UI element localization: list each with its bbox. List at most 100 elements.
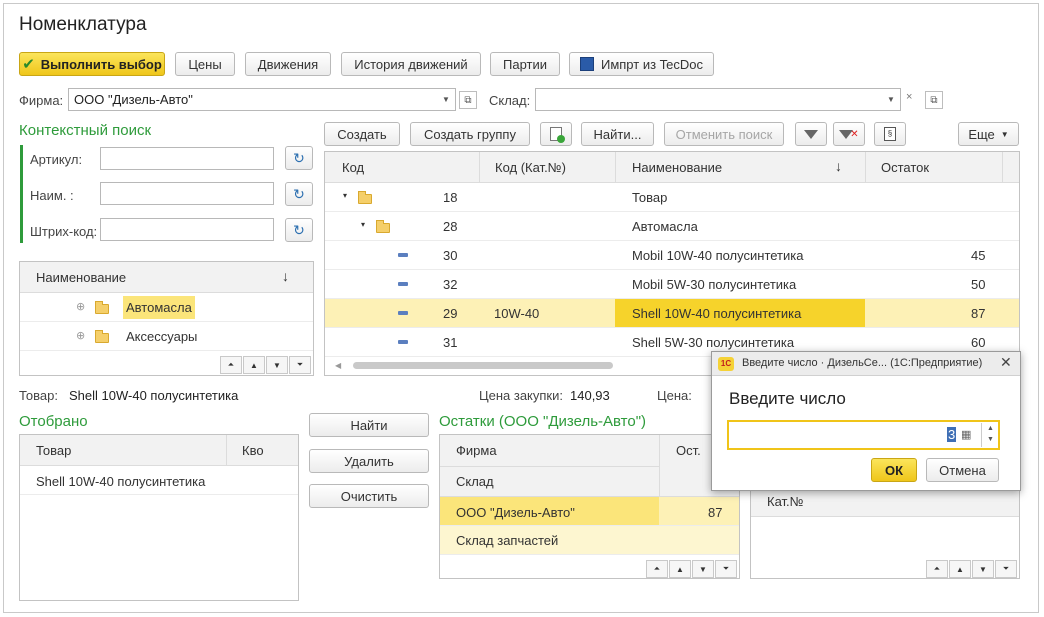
clear-filter-icon[interactable]: ✕ xyxy=(833,122,865,146)
horizontal-scrollbar[interactable] xyxy=(353,362,613,369)
scroll-up-icon[interactable]: ▲ xyxy=(243,356,265,374)
stock-table: Фирма Склад Ост. ООО "Дизель-Авто" 87 Ск… xyxy=(439,434,740,579)
cancel-button[interactable]: Отмена xyxy=(926,458,999,482)
clear-icon[interactable]: × xyxy=(906,91,912,103)
more-button[interactable]: Еще ▼ xyxy=(958,122,1019,146)
filter-icon[interactable] xyxy=(795,122,827,146)
warehouse-label: Склад: xyxy=(489,93,531,108)
table-row[interactable]: ▾ 28 Автомасла xyxy=(325,212,1019,241)
clear-button[interactable]: Очистить xyxy=(309,484,429,508)
col-cat-code[interactable]: Код (Кат.№) xyxy=(495,160,566,175)
barcode-field[interactable] xyxy=(100,218,274,241)
search-barcode-icon[interactable]: ↻ xyxy=(285,218,313,242)
table-row[interactable]: 30 Mobil 10W-40 полусинтетика 45 xyxy=(325,241,1019,270)
product-label: Товар: xyxy=(19,388,58,403)
input-number-dialog: 1С Введите число · ДизельСе... (1С:Предп… xyxy=(711,351,1021,491)
cell-name: Mobil 5W-30 полусинтетика xyxy=(632,277,797,292)
cell-rest: 87 xyxy=(971,306,986,321)
sort-down-icon[interactable]: ↓ xyxy=(835,158,842,174)
scroll-down-icon[interactable]: ▼ xyxy=(972,560,994,578)
expand-plus-icon[interactable]: ⊕ xyxy=(76,300,85,313)
calculator-icon[interactable]: ▦ xyxy=(961,428,971,441)
col-name[interactable]: Наименование xyxy=(632,160,722,175)
chevron-down-icon[interactable]: ▼ xyxy=(882,88,900,111)
col-firm[interactable]: Фирма xyxy=(456,443,497,458)
search-name-icon[interactable]: ↻ xyxy=(285,182,313,206)
close-icon[interactable]: ✕ xyxy=(1000,354,1012,371)
catalog-table: Кат.№ ⏶ ▲ ▼ ⏷ xyxy=(750,476,1020,579)
open-warehouse-icon[interactable]: ⧉ xyxy=(925,91,943,109)
create-button[interactable]: Создать xyxy=(324,122,400,146)
execute-selection-label: Выполнить выбор xyxy=(40,56,162,72)
items-table-header: Код Код (Кат.№) Наименование ↓ Остаток xyxy=(325,152,1019,183)
movement-history-button[interactable]: История движений xyxy=(341,52,481,76)
scroll-top-icon[interactable]: ⏶ xyxy=(220,356,242,374)
table-row-selected[interactable]: 29 10W-40 Shell 10W-40 полусинтетика 87 xyxy=(325,299,1019,328)
folder-icon xyxy=(95,330,109,343)
table-row[interactable]: 32 Mobil 5W-30 полусинтетика 50 xyxy=(325,270,1019,299)
prices-button[interactable]: Цены xyxy=(175,52,235,76)
create-group-button[interactable]: Создать группу xyxy=(410,122,530,146)
cancel-search-button[interactable]: Отменить поиск xyxy=(664,122,784,146)
delete-button[interactable]: Удалить xyxy=(309,449,429,473)
cell-rest: 87 xyxy=(708,505,723,520)
context-search-bar xyxy=(20,145,23,243)
batches-button[interactable]: Партии xyxy=(490,52,560,76)
find-action-button[interactable]: Найти xyxy=(309,413,429,437)
table-row[interactable]: Shell 10W-40 полусинтетика xyxy=(20,466,298,495)
scroll-bottom-icon[interactable]: ⏷ xyxy=(995,560,1017,578)
firm-field[interactable]: ООО "Дизель-Авто" xyxy=(68,88,456,111)
col-qty[interactable]: Кво xyxy=(242,443,264,458)
tree-item[interactable]: ⊕ Аксессуары xyxy=(20,322,313,351)
cell-name: Shell 5W-30 полусинтетика xyxy=(632,335,795,350)
spin-icon[interactable]: ▲ ▼ xyxy=(981,423,999,447)
tree-item[interactable]: ⊕ Автомасла xyxy=(20,293,313,322)
scroll-down-icon[interactable]: ▼ xyxy=(266,356,288,374)
name-field[interactable] xyxy=(100,182,274,205)
folder-icon xyxy=(358,191,372,204)
scroll-up-icon[interactable]: ▲ xyxy=(669,560,691,578)
dialog-heading: Введите число xyxy=(729,389,846,408)
cell-code: 29 xyxy=(443,306,458,321)
article-label: Артикул: xyxy=(30,152,83,167)
collapse-icon[interactable]: ▾ xyxy=(343,191,347,200)
warehouse-field[interactable] xyxy=(535,88,901,111)
col-cat-number[interactable]: Кат.№ xyxy=(767,494,804,509)
number-input[interactable]: 3 ▦ ▲ ▼ xyxy=(727,420,1000,450)
movements-button[interactable]: Движения xyxy=(245,52,331,76)
scroll-down-icon[interactable]: ▼ xyxy=(692,560,714,578)
scroll-top-icon[interactable]: ⏶ xyxy=(926,560,948,578)
report-icon[interactable]: § xyxy=(874,122,906,146)
sort-down-icon[interactable]: ↓ xyxy=(282,268,289,284)
col-rest[interactable]: Ост. xyxy=(676,443,701,458)
cell-name: Товар xyxy=(632,190,668,205)
find-button[interactable]: Найти... xyxy=(581,122,654,146)
article-field[interactable] xyxy=(100,147,274,170)
dialog-titlebar: 1С Введите число · ДизельСе... (1С:Предп… xyxy=(712,352,1020,376)
col-code[interactable]: Код xyxy=(342,160,364,175)
scroll-bottom-icon[interactable]: ⏷ xyxy=(715,560,737,578)
stock-row-warehouse[interactable]: Склад запчастей xyxy=(440,526,739,555)
scroll-up-icon[interactable]: ▲ xyxy=(949,560,971,578)
open-firm-icon[interactable]: ⧉ xyxy=(459,91,477,109)
search-article-icon[interactable]: ↻ xyxy=(285,146,313,170)
col-warehouse[interactable]: Склад xyxy=(456,474,494,489)
scroll-top-icon[interactable]: ⏶ xyxy=(646,560,668,578)
scroll-left-icon[interactable]: ◀ xyxy=(335,361,341,370)
scroll-bottom-icon[interactable]: ⏷ xyxy=(289,356,311,374)
col-product[interactable]: Товар xyxy=(36,443,71,458)
ok-button[interactable]: ОК xyxy=(871,458,917,482)
item-icon xyxy=(398,311,408,315)
expand-plus-icon[interactable]: ⊕ xyxy=(76,329,85,342)
chevron-down-icon[interactable]: ▼ xyxy=(437,88,455,111)
import-tecdoc-button[interactable]: Импрт из TecDoc xyxy=(569,52,714,76)
table-row[interactable]: ▾ 18 Товар xyxy=(325,183,1019,212)
execute-selection-button[interactable]: ✔ Выполнить выбор xyxy=(19,52,165,76)
collapse-icon[interactable]: ▾ xyxy=(361,220,365,229)
cell-code: 31 xyxy=(443,335,458,350)
col-rest[interactable]: Остаток xyxy=(881,160,929,175)
cell-name: Автомасла xyxy=(632,219,698,234)
app-logo-icon: 1С xyxy=(718,357,734,371)
stock-row-firm[interactable]: ООО "Дизель-Авто" 87 xyxy=(440,497,739,526)
add-copy-icon[interactable] xyxy=(540,122,572,146)
